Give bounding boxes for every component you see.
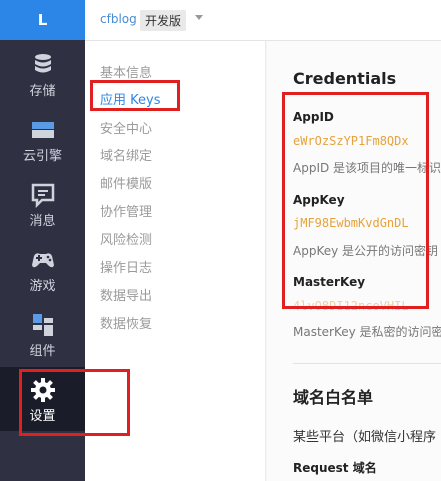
- components-icon: [33, 314, 53, 336]
- submenu-item-operation-logs[interactable]: 操作日志: [100, 257, 152, 276]
- submenu-item-risk-detection[interactable]: 风险检测: [100, 229, 152, 248]
- submenu-item-collaboration[interactable]: 协作管理: [100, 201, 152, 220]
- sidebar-item-components[interactable]: 组件: [0, 302, 85, 366]
- domain-whitelist-description: 某些平台（如微信小程序: [293, 430, 437, 445]
- sidebar-item-label: 云引擎: [22, 149, 62, 164]
- top-bar: cfblog 开发版: [85, 0, 441, 41]
- sidebar-item-cloud-engine[interactable]: 云引擎: [0, 107, 85, 171]
- sidebar-item-label: 组件: [29, 344, 56, 359]
- annotation-box-settings: [19, 369, 130, 436]
- environment-badge[interactable]: 开发版: [140, 10, 187, 31]
- app-logo[interactable]: L: [0, 0, 85, 40]
- submenu-item-domain-binding[interactable]: 域名绑定: [100, 145, 152, 164]
- message-icon: [31, 183, 55, 208]
- chevron-down-icon[interactable]: [195, 15, 203, 20]
- sidebar-item-games[interactable]: 游戏: [0, 237, 85, 301]
- submenu-item-basic-info[interactable]: 基本信息: [100, 62, 152, 81]
- request-domain-label: Request 域名: [293, 461, 377, 475]
- sidebar-item-label: 存储: [29, 84, 56, 99]
- submenu-item-data-restore[interactable]: 数据恢复: [100, 313, 152, 332]
- master-key-hint: MasterKey 是私密的访问密钥: [293, 325, 441, 339]
- app-name-link[interactable]: cfblog: [100, 12, 137, 26]
- database-icon: [35, 54, 51, 73]
- domain-whitelist-title: 域名白名单: [293, 388, 374, 407]
- annotation-box-credentials: [282, 92, 429, 309]
- annotation-box-app-keys: [90, 80, 180, 111]
- submenu-item-security-center[interactable]: 安全中心: [100, 118, 152, 137]
- submenu-item-data-export[interactable]: 数据导出: [100, 285, 152, 304]
- sidebar-item-messages[interactable]: 消息: [0, 172, 85, 236]
- sidebar-item-label: 游戏: [29, 279, 56, 294]
- credentials-title: Credentials: [293, 69, 397, 88]
- submenu-item-email-templates[interactable]: 邮件模版: [100, 173, 152, 192]
- gamepad-icon: [32, 253, 54, 268]
- server-icon: [32, 122, 54, 138]
- sidebar-item-label: 消息: [29, 214, 56, 229]
- sidebar-item-storage[interactable]: 存储: [0, 42, 85, 106]
- section-divider: [293, 363, 441, 364]
